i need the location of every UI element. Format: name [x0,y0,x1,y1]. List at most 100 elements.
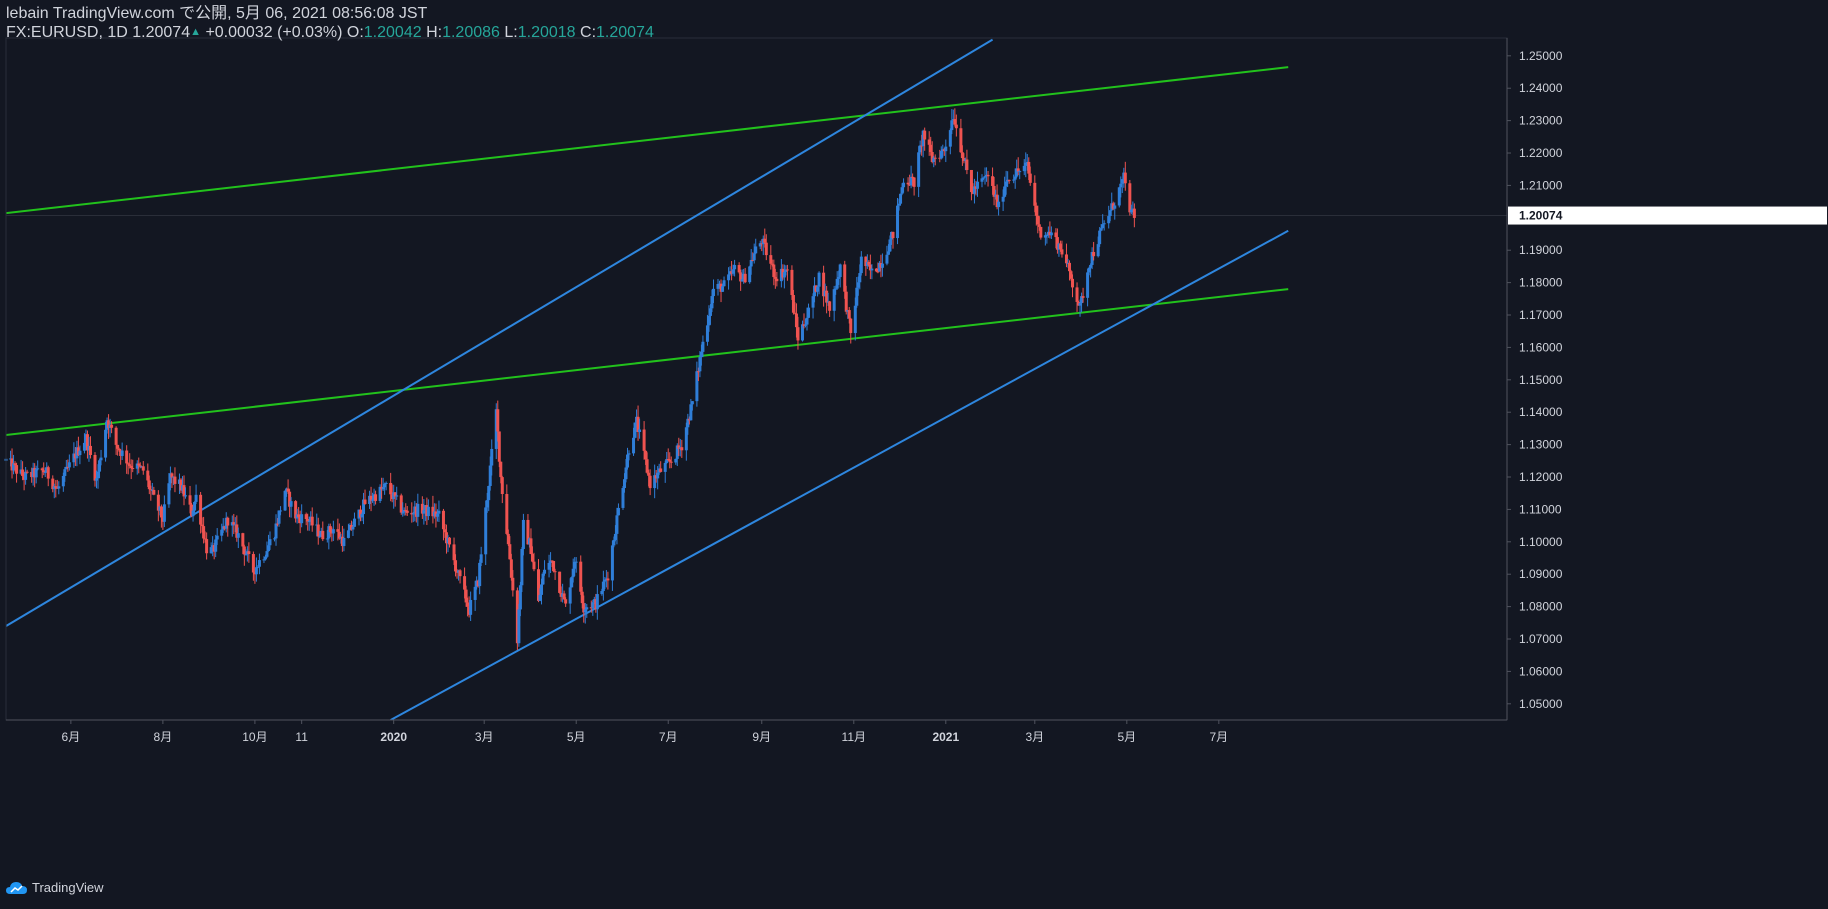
candle-body [310,516,314,526]
candle-body [1075,287,1079,302]
candle-body [405,510,409,513]
last-price-label: 1.20074 [1519,209,1563,223]
trendline-green-1 [6,66,1289,215]
close-value: 1.20074 [596,24,654,41]
ohlc-legend: FX:EURUSD, 1D 1.20074▲ +0.00032 (+0.03%)… [6,23,654,42]
candle [15,462,19,483]
y-tick-label: 1.21000 [1519,178,1563,192]
candle-body [184,495,188,497]
candle-body [743,273,747,283]
candle-body [152,489,156,495]
price-chart[interactable]: 1.25000 1.24000 1.23000 1.22000 1.21000 1.190… [0,0,1828,909]
candle-body [469,599,473,615]
candle-body [496,409,500,432]
candle-body [25,471,29,473]
candle-body [1018,171,1022,173]
y-tick-label: 1.18000 [1519,276,1563,290]
candle-body [279,510,283,512]
candle-body [752,253,756,261]
candle-body [849,318,853,334]
last-price: 1.20074 [132,24,191,41]
candle-body [46,467,50,479]
candle-body [642,429,646,451]
candle-body [120,450,124,456]
open-value: 1.20042 [363,24,422,41]
y-tick-label: 1.25000 [1519,49,1563,63]
candle-body [265,551,269,557]
candle-body [997,201,1001,208]
x-tick-label: 7月 [1209,730,1228,744]
candle [156,490,160,522]
candle-body [173,476,177,484]
candle-body [553,571,557,573]
candle-body [796,327,800,341]
x-tick-label: 11月 [842,730,866,744]
candle-body [805,317,809,325]
candle-body [775,278,779,282]
candle-body [346,530,350,538]
candle-body [721,286,725,292]
candle-body [847,310,851,319]
candle-body [1132,208,1136,218]
candles [4,108,1136,650]
candle-body [374,494,378,501]
candle-body [844,291,848,312]
plot-frame [5,37,1508,721]
trendlines [6,38,1289,720]
y-tick-label: 1.09000 [1519,567,1563,581]
candle-body [88,445,92,455]
candle-body [663,462,667,472]
candle-body [627,453,631,455]
candle-body [838,264,842,278]
low-label: L: [504,24,518,41]
candle [944,139,948,163]
brand-label: TradingView [32,880,104,895]
candle-body [300,514,304,524]
y-tick-label: 1.17000 [1519,308,1563,322]
candle [616,503,620,516]
candle-body [564,599,568,604]
y-tick-label: 1.13000 [1519,438,1563,452]
up-triangle-icon: ▲ [190,26,201,38]
candle-body [965,159,969,170]
candle [610,540,614,591]
candle-body [1086,272,1090,298]
high-label: H: [426,24,443,41]
candle [257,553,261,575]
candle-body [226,517,230,526]
candle [980,174,984,188]
candle-body [1049,232,1053,236]
candle-body [205,539,209,554]
candle-body [540,584,544,595]
candle-body [899,193,903,204]
candle-body [247,551,251,555]
y-tick-label: 1.12000 [1519,470,1563,484]
y-tick-label: 1.24000 [1519,81,1563,95]
candle-body [241,533,245,547]
candle-body [236,533,240,538]
candle-body [585,607,589,610]
candle-body [114,427,118,445]
candle-body [131,468,135,470]
x-tick-label: 2021 [932,730,959,744]
candle-body [1060,249,1064,255]
candle-body [57,486,61,489]
candle-body [885,254,889,264]
candle [1039,226,1043,240]
candle [807,303,811,319]
y-tick-label: 1.07000 [1519,632,1563,646]
candle-body [1033,182,1037,206]
candle-body [321,530,325,540]
candle-body [268,539,272,546]
candle-body [933,157,937,159]
candle-body [363,499,367,504]
candle [965,149,969,175]
x-tick-label: 7月 [659,730,678,744]
candle-body [67,462,71,468]
candle-body [944,146,948,152]
tradingview-logo[interactable]: TradingView [6,880,104,895]
candle-body [104,429,108,458]
candle-body [1123,172,1127,184]
candle [595,585,599,620]
candle-body [331,529,335,534]
